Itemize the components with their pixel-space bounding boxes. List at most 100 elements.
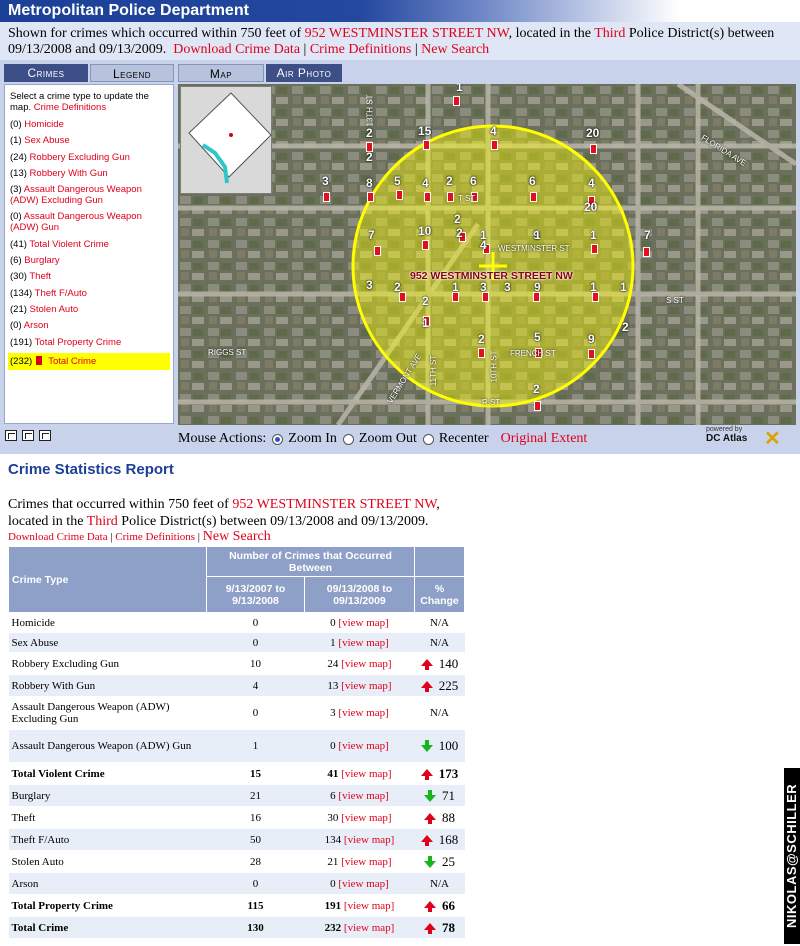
view-map-link[interactable]: [view map] [341,680,391,692]
crime-type-cell: Burglary [8,784,207,807]
crime-type-item[interactable]: (0) Arson [10,320,168,331]
crime-pin[interactable] [396,190,403,200]
previous-count-cell: 115 [206,894,305,917]
crime-pin[interactable] [590,144,597,154]
crime-definitions-link[interactable]: Crime Definitions [115,531,195,543]
crime-type-item[interactable]: (0) Assault Dangerous Weapon (ADW) Gun [10,211,168,233]
crime-type-item[interactable]: (6) Burglary [10,255,168,266]
crime-count-label: 2 [366,126,373,140]
download-crime-data-link[interactable]: Download Crime Data [173,42,300,57]
view-map-link[interactable]: [view map] [344,834,394,846]
crime-type-item[interactable]: (134) Theft F/Auto [10,288,168,299]
view-map-link[interactable]: [view map] [338,637,388,649]
crime-type-item[interactable]: (41) Total Violent Crime [10,239,168,250]
crime-pin[interactable] [323,192,330,202]
original-extent-link[interactable]: Original Extent [501,429,588,449]
separator: | [110,531,113,543]
crime-type-item[interactable]: (30) Theft [10,271,168,282]
view-map-link[interactable]: [view map] [341,658,391,670]
street-label: T ST [458,194,476,203]
crime-pin[interactable] [534,401,541,411]
crime-pin[interactable] [530,192,537,202]
crime-pin[interactable] [453,96,460,106]
zoom-out-label[interactable]: Zoom Out [359,429,417,449]
view-map-link[interactable]: [view map] [338,740,388,752]
street-label: RIGGS ST [208,348,247,357]
mouse-actions-label: Mouse Actions: [178,431,267,446]
layout-table-icon[interactable] [39,430,51,441]
crime-count-label: 1 [590,280,597,294]
crime-type-item[interactable]: (24) Robbery Excluding Gun [10,152,168,163]
view-map-link[interactable]: [view map] [341,768,391,780]
crime-map[interactable]: 1 2 15 4 20 2 3 8 5 4 2 6 6 4 2 20 10 7 … [178,84,796,425]
overview-map[interactable] [180,86,272,194]
current-count-cell: 0 [view map] [304,729,415,763]
street-label: WESTMINSTER ST [498,244,570,253]
crime-type-item[interactable]: (13) Robbery With Gun [10,168,168,179]
view-map-link[interactable]: [view map] [338,707,388,719]
tab-legend[interactable]: Legend [90,64,174,82]
crime-pin[interactable] [643,247,650,257]
crime-pin[interactable] [424,192,431,202]
tab-crimes[interactable]: Crimes [4,64,88,82]
crime-pin[interactable] [447,192,454,202]
crime-definitions-link[interactable]: Crime Definitions [310,42,412,57]
dc-atlas-logo[interactable]: powered by DC Atlas ✕ [706,426,784,452]
crime-type-name: Total Violent Crime [29,238,109,250]
tab-air-photo[interactable]: Air Photo [266,64,342,82]
new-search-link[interactable]: New Search [203,529,271,544]
view-map-link[interactable]: [view map] [338,790,388,802]
current-count-cell: 134 [view map] [304,828,415,851]
layout-full-icon[interactable] [5,430,17,441]
crime-type-cell: Total Property Crime [8,894,207,917]
crime-pin[interactable] [491,140,498,150]
recenter-label[interactable]: Recenter [439,429,489,449]
table-row: Theft F/Auto 50 134 [view map] 168 [8,828,465,851]
layout-split-icon[interactable] [22,430,34,441]
current-count-cell: 0 [view map] [304,872,415,895]
crime-type-item[interactable]: (1) Sex Abuse [10,135,168,146]
view-map-link[interactable]: [view map] [338,878,388,890]
view-map-link[interactable]: [view map] [338,617,388,629]
crime-type-item[interactable]: (191) Total Property Crime [10,337,168,348]
crime-pin[interactable] [374,246,381,256]
crime-definitions-link[interactable]: Crime Definitions [34,102,106,113]
zoom-in-label[interactable]: Zoom In [288,429,337,449]
new-search-link[interactable]: New Search [421,42,489,57]
view-map-link[interactable]: [view map] [341,856,391,868]
crime-count-label: 5 [394,174,401,188]
current-count-value: 0 [330,740,336,752]
recenter-radio[interactable] [422,433,434,445]
crime-count-label: 1 [590,228,597,242]
view-map-link[interactable]: [view map] [344,900,394,912]
crime-type-item[interactable]: (232) Total Crime [8,352,170,370]
crime-pin[interactable] [423,140,430,150]
crime-type-item[interactable]: (0) Homicide [10,119,168,130]
view-map-link[interactable]: [view map] [344,922,394,934]
percent-change-cell: 140 [414,652,465,675]
street-label: S ST [666,296,684,305]
crime-pin[interactable] [367,192,374,202]
crime-pin[interactable] [591,244,598,254]
crime-type-cell: Theft F/Auto [8,828,207,851]
crime-pin[interactable] [478,348,485,358]
crime-type-item[interactable]: (21) Stolen Auto [10,304,168,315]
view-map-link[interactable]: [view map] [341,812,391,824]
previous-count-cell: 28 [206,850,305,873]
table-row: Total Crime 130 232 [view map] 78 [8,916,465,939]
crime-pin[interactable] [588,349,595,359]
download-crime-data-link[interactable]: Download Crime Data [8,531,108,543]
crime-count-label: 2 [394,280,401,294]
previous-count-cell: 1 [206,729,305,763]
arrow-up-icon [424,922,436,934]
crime-type-count: (24) [10,151,27,163]
crime-type-item[interactable]: (3) Assault Dangerous Weapon (ADW) Exclu… [10,184,168,206]
crime-count-label: 2 [456,226,463,240]
tab-map[interactable]: Map [178,64,264,82]
current-count-value: 21 [327,855,339,868]
zoom-in-radio[interactable] [272,433,284,445]
zoom-out-radio[interactable] [342,433,354,445]
crime-pin[interactable] [422,240,429,250]
crime-list-intro: Select a crime type to update the map. C… [10,91,168,113]
percent-change-value: 225 [438,677,459,693]
